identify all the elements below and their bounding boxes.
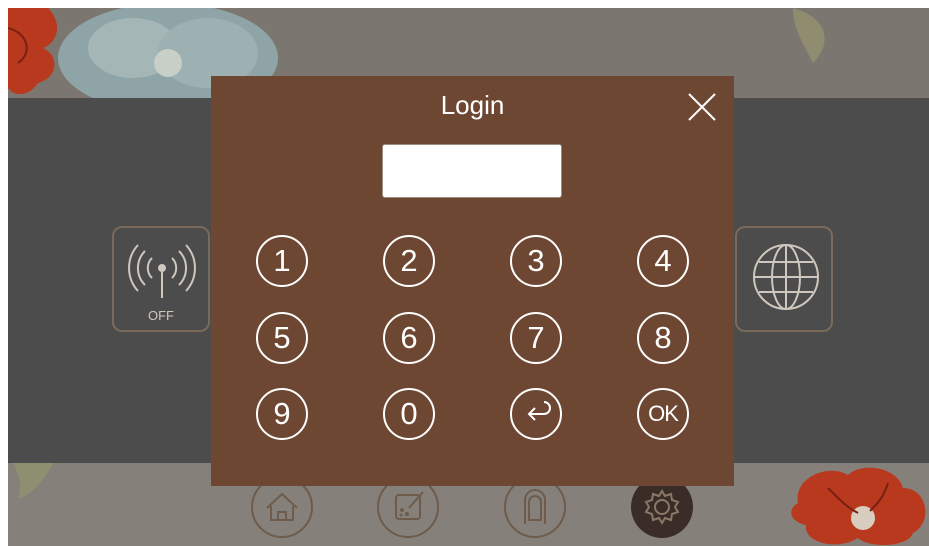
door-icon	[524, 489, 546, 524]
home-icon	[266, 492, 298, 521]
key-6[interactable]: 6	[383, 312, 435, 364]
backspace-key[interactable]	[510, 388, 562, 440]
globe-icon	[753, 244, 819, 310]
login-dialog: Login 1 2 3 4 5 6 7 8 9 0 OK	[211, 76, 734, 486]
key-3[interactable]: 3	[510, 235, 562, 287]
wifi-status-label: OFF	[148, 308, 174, 323]
close-button[interactable]	[685, 90, 719, 124]
red-flower-bottom-decoration	[791, 467, 926, 545]
close-icon	[688, 93, 716, 121]
edit-icon	[395, 491, 424, 520]
key-9[interactable]: 9	[256, 388, 308, 440]
wifi-signal-icon	[128, 244, 196, 298]
green-leaf-decoration	[13, 463, 53, 498]
key-7[interactable]: 7	[510, 312, 562, 364]
key-5[interactable]: 5	[256, 312, 308, 364]
key-4[interactable]: 4	[637, 235, 689, 287]
ok-key[interactable]: OK	[637, 388, 689, 440]
key-2[interactable]: 2	[383, 235, 435, 287]
leaf-decoration	[793, 8, 825, 63]
key-8[interactable]: 8	[637, 312, 689, 364]
wifi-off-tile[interactable]: OFF	[112, 226, 210, 332]
back-arrow-icon	[527, 401, 551, 421]
password-input[interactable]	[382, 144, 562, 198]
dialog-title: Login	[440, 90, 505, 120]
device-screen: OFF Login 1 2 3 4 5 6 7 8 9 0 OK	[8, 8, 929, 546]
key-0[interactable]: 0	[383, 388, 435, 440]
globe-tile[interactable]	[735, 226, 833, 332]
key-1[interactable]: 1	[256, 235, 308, 287]
